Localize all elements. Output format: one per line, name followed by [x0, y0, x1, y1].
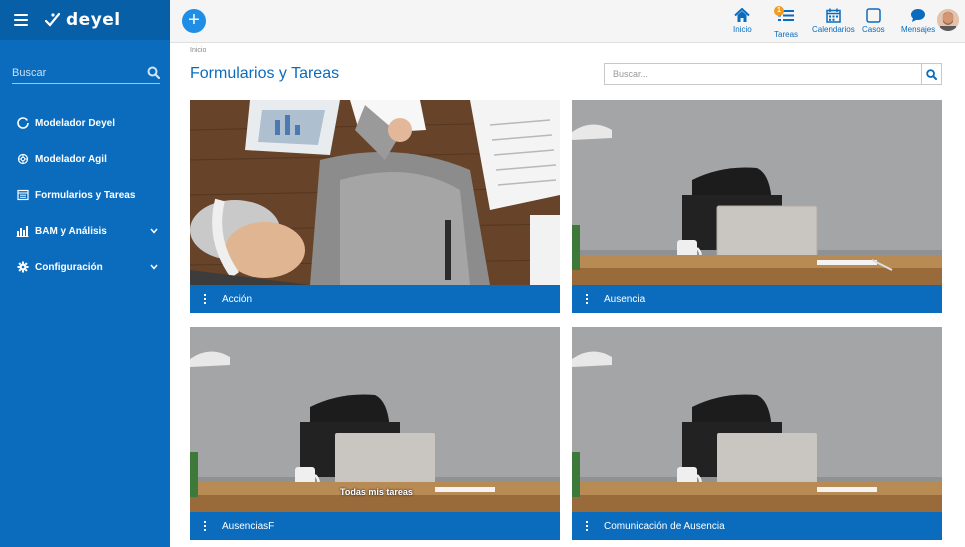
chevron-down-icon[interactable]: [150, 228, 158, 234]
sidebar-nav: Modelador Deyel Modelador Agil Formulari…: [0, 105, 170, 285]
card-footer: Ausencia: [572, 285, 942, 313]
sidebar: deyel Modelador Deyel Modelador Agil: [0, 0, 170, 547]
topbar-inicio[interactable]: Inicio: [733, 8, 752, 34]
sidebar-header: deyel: [0, 0, 170, 40]
form-card-ausencia[interactable]: Ausencia: [572, 100, 942, 313]
search-icon: [926, 68, 937, 80]
kebab-menu-icon[interactable]: [200, 294, 210, 304]
logo-text: deyel: [66, 10, 121, 30]
topbar-label: Casos: [862, 25, 885, 34]
empty-desk-laptop-photo: Todas mis tareas: [190, 327, 560, 512]
topbar-casos[interactable]: Casos: [862, 8, 885, 34]
tasks-badge: 1: [774, 6, 784, 16]
form-card-ausenciasf[interactable]: Todas mis tareas AusenciasF: [190, 327, 560, 540]
sidebar-item-formularios-y-tareas[interactable]: Formularios y Tareas: [0, 177, 170, 213]
form-card-comunicacion-de-ausencia[interactable]: Comunicación de Ausencia: [572, 327, 942, 540]
sidebar-item-label: Configuración: [35, 261, 103, 273]
sidebar-search-area: [0, 40, 170, 102]
sidebar-item-configuracion[interactable]: Configuración: [0, 249, 170, 285]
logo-mark-icon: [44, 12, 61, 27]
card-footer: Acción: [190, 285, 560, 313]
sidebar-item-label: BAM y Análisis: [35, 225, 107, 237]
add-button[interactable]: +: [182, 9, 206, 33]
empty-desk-laptop-photo: [572, 327, 942, 512]
main-search: [604, 63, 942, 85]
kebab-menu-icon[interactable]: [582, 294, 592, 304]
sidebar-item-modelador-agil[interactable]: Modelador Agil: [0, 141, 170, 177]
gear-outline-icon: [16, 153, 29, 166]
top-header: + Inicio 1 Tareas Calendarios Casos Mens…: [170, 0, 965, 43]
topbar-label: Mensajes: [901, 25, 936, 34]
sidebar-item-label: Formularios y Tareas: [35, 189, 136, 201]
sidebar-item-label: Modelador Agil: [35, 153, 107, 165]
search-icon[interactable]: [147, 66, 160, 79]
deyel-logo[interactable]: deyel: [44, 10, 121, 30]
kebab-menu-icon[interactable]: [582, 521, 592, 531]
chevron-down-icon[interactable]: [150, 264, 158, 270]
kebab-menu-icon[interactable]: [200, 521, 210, 531]
main-search-input[interactable]: [605, 64, 921, 84]
office-desk-photo: [190, 100, 560, 285]
form-card-accion[interactable]: Acción: [190, 100, 560, 313]
form-icon: [16, 189, 29, 202]
topbar-calendarios[interactable]: Calendarios: [812, 8, 855, 34]
breadcrumb[interactable]: Inicio: [190, 47, 206, 54]
bar-chart-icon: [16, 225, 29, 238]
circle-refresh-icon: [16, 117, 29, 130]
card-label: Ausencia: [604, 293, 646, 305]
square-icon: [866, 8, 881, 23]
topbar-label: Tareas: [774, 30, 799, 39]
card-footer: Comunicación de Ausencia: [572, 512, 942, 540]
hover-tooltip: Todas mis tareas: [340, 487, 413, 497]
card-label: AusenciasF: [222, 520, 275, 532]
sidebar-item-modelador-deyel[interactable]: Modelador Deyel: [0, 105, 170, 141]
card-label: Comunicación de Ausencia: [604, 520, 725, 532]
home-icon: [734, 8, 751, 22]
main-search-button[interactable]: [921, 64, 941, 84]
topbar-label: Calendarios: [812, 25, 855, 34]
topbar-tareas[interactable]: 1 Tareas: [774, 6, 799, 39]
page-title: Formularios y Tareas: [190, 65, 340, 82]
sidebar-search-input[interactable]: [12, 66, 132, 79]
calendar-icon: [826, 8, 841, 23]
card-label: Acción: [222, 293, 253, 305]
chat-bubble-icon: [911, 9, 926, 22]
card-footer: AusenciasF: [190, 512, 560, 540]
gear-icon: [16, 261, 29, 274]
topbar-label: Inicio: [733, 25, 752, 34]
empty-desk-laptop-photo: [572, 100, 942, 285]
topbar-mensajes[interactable]: Mensajes: [901, 8, 935, 34]
sidebar-search: [12, 62, 160, 84]
sidebar-item-bam-y-analisis[interactable]: BAM y Análisis: [0, 213, 170, 249]
hamburger-menu-icon[interactable]: [14, 14, 28, 26]
sidebar-item-label: Modelador Deyel: [35, 117, 116, 129]
avatar[interactable]: [937, 9, 959, 31]
